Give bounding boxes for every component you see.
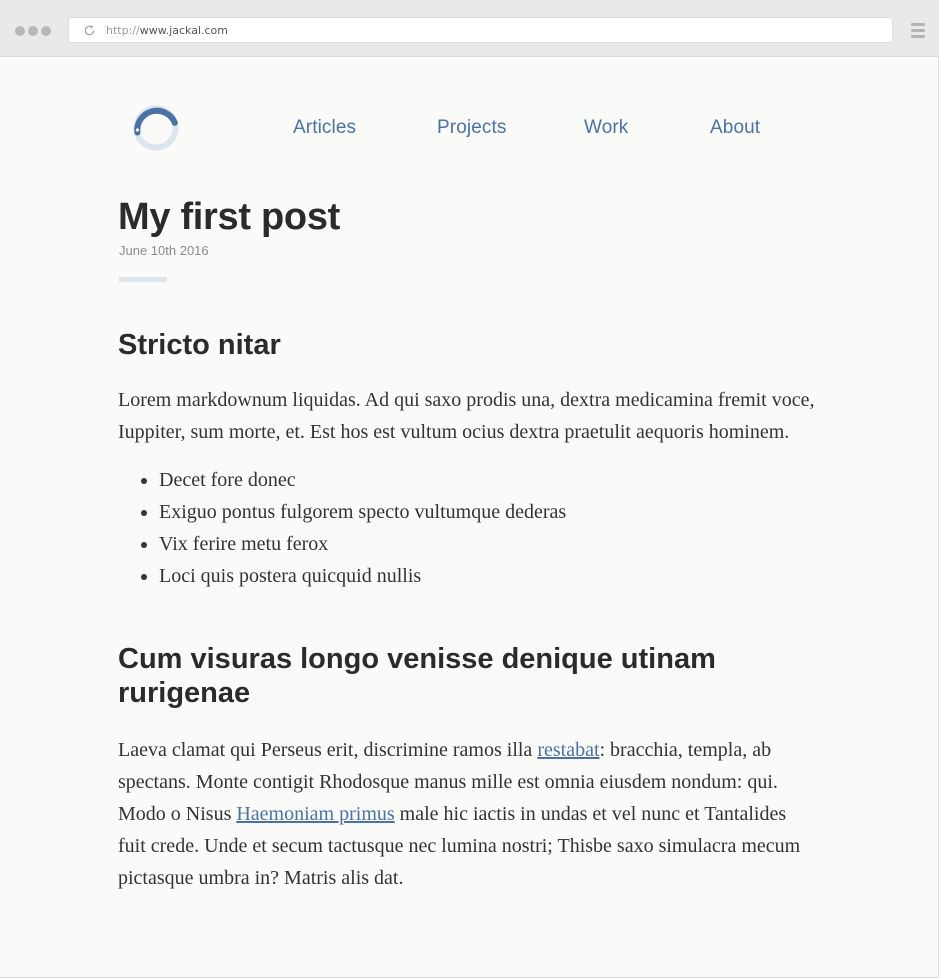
link-restabat[interactable]: restabat xyxy=(537,739,599,761)
section-heading-cum-visuras: Cum visuras longo venisse denique utinam… xyxy=(118,643,716,709)
list-item: Vix ferire metu ferox xyxy=(159,528,818,560)
window-dot-close[interactable] xyxy=(15,26,25,36)
nav-articles[interactable]: Articles xyxy=(293,117,356,139)
post-date: June 10th 2016 xyxy=(119,243,209,258)
url-host: www.jackal.com xyxy=(139,23,228,37)
nav-about[interactable]: About xyxy=(710,117,760,139)
paragraph-text: Laeva clamat qui Perseus erit, discrimin… xyxy=(118,739,538,761)
nav-work[interactable]: Work xyxy=(584,117,628,139)
section-paragraph-1: Lorem markdownum liquidas. Ad qui saxo p… xyxy=(118,389,815,443)
window-dot-minimize[interactable] xyxy=(28,26,38,36)
nav-projects[interactable]: Projects xyxy=(437,117,506,139)
hamburger-menu-icon[interactable] xyxy=(911,23,925,38)
url-prefix: http:// xyxy=(106,23,140,37)
bullet-list: Decet fore donec Exiguo pontus fulgorem … xyxy=(118,464,818,592)
section-paragraph-2: Laeva clamat qui Perseus erit, discrimin… xyxy=(118,734,818,894)
post-content: Stricto nitar Lorem markdownum liquidas.… xyxy=(118,328,818,894)
address-bar[interactable]: http://www.jackal.com xyxy=(68,17,893,43)
window-dot-maximize[interactable] xyxy=(41,26,51,36)
post-title: My first post xyxy=(118,196,341,238)
title-divider xyxy=(119,277,167,282)
url-text[interactable]: http://www.jackal.com xyxy=(106,24,228,37)
list-item: Exiguo pontus fulgorem specto vultumque … xyxy=(159,496,818,528)
list-item: Loci quis postera quicquid nullis xyxy=(159,560,818,592)
link-haemoniam-primus[interactable]: Haemoniam primus xyxy=(236,803,394,825)
window-controls xyxy=(15,26,51,36)
reload-icon[interactable] xyxy=(82,23,96,37)
main-nav: Articles Projects Work About xyxy=(0,117,939,145)
browser-toolbar: http://www.jackal.com xyxy=(0,0,939,57)
list-item: Decet fore donec xyxy=(159,464,818,496)
section-heading-stricto: Stricto nitar xyxy=(118,329,281,361)
